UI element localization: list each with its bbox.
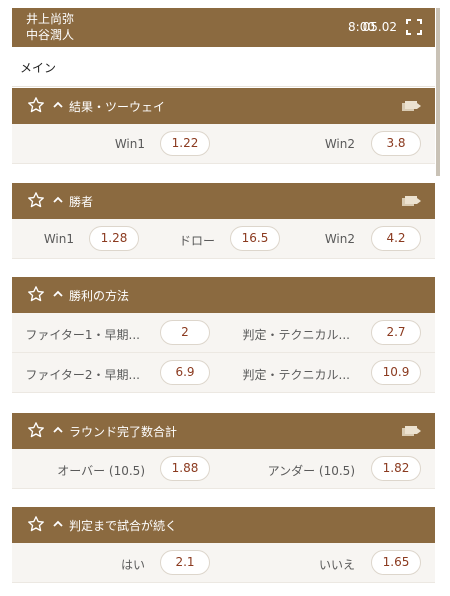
team-names: 井上尚弥 中谷潤人	[26, 11, 74, 43]
outcome-label: アンダー (10.5)	[267, 464, 355, 478]
market-title: 結果・ツーウェイ	[69, 100, 166, 114]
outcome-label: Win1	[43, 232, 74, 246]
market-total-rounds: ラウンド完了数合計 オーバー (10.5) 1.88 アンダー (10.5) 1…	[12, 413, 435, 489]
chevron-up-icon[interactable]	[52, 99, 64, 111]
odds-button[interactable]: 10.9	[371, 360, 421, 385]
odds-button[interactable]: 2.7	[371, 320, 421, 345]
outcome-label: Win2	[324, 137, 355, 151]
chevron-up-icon[interactable]	[52, 424, 64, 436]
market-two-way: 結果・ツーウェイ Win1 1.22 Win2 3.8	[12, 88, 435, 164]
odds-button[interactable]: 1.82	[371, 456, 421, 481]
odds-row: ファイター2・早期... 6.9 判定・テクニカル... 10.9	[12, 353, 435, 393]
odds-button[interactable]: 1.22	[160, 131, 210, 156]
market-method-of-victory: 勝利の方法 ファイター1・早期... 2 判定・テクニカル... 2.7 ファイ…	[12, 277, 435, 393]
outcome-label: はい	[120, 558, 145, 572]
market-header[interactable]: 勝者	[12, 183, 435, 219]
market-header[interactable]: 勝利の方法	[12, 277, 435, 313]
outcome-label: 判定・テクニカル...	[242, 368, 350, 382]
odds-button[interactable]: 2	[160, 320, 210, 345]
star-icon[interactable]	[27, 515, 45, 533]
team-1-name: 井上尚弥	[26, 12, 75, 26]
cards-arrow-icon	[402, 196, 421, 206]
star-icon[interactable]	[27, 96, 45, 114]
market-header[interactable]: ラウンド完了数合計	[12, 413, 435, 449]
cards-arrow-icon	[402, 101, 421, 111]
odds-row: Win1 1.28 ドロー 16.5 Win2 4.2	[12, 219, 435, 259]
cards-arrow-icon	[402, 426, 421, 436]
event-date: 05.02	[362, 20, 397, 34]
event-header: 井上尚弥 中谷潤人 8:00 05.02	[12, 8, 435, 47]
odds-row: オーバー (10.5) 1.88 アンダー (10.5) 1.82	[12, 449, 435, 489]
market-winner: 勝者 Win1 1.28 ドロー 16.5 Win2 4.2	[12, 183, 435, 259]
market-header[interactable]: 結果・ツーウェイ	[12, 88, 435, 124]
outcome-label: Win1	[114, 137, 145, 151]
star-icon[interactable]	[27, 285, 45, 303]
tab-main-label: メイン	[20, 61, 57, 75]
team-2-name: 中谷潤人	[26, 28, 75, 42]
odds-button[interactable]: 1.88	[160, 456, 210, 481]
fullscreen-icon[interactable]	[406, 19, 422, 35]
outcome-label: オーバー (10.5)	[57, 464, 145, 478]
market-goes-to-decision: 判定まで試合が続く はい 2.1 いいえ 1.65	[12, 507, 435, 583]
outcome-label: ファイター1・早期...	[25, 328, 140, 342]
odds-button[interactable]: 6.9	[160, 360, 210, 385]
star-icon[interactable]	[27, 191, 45, 209]
market-title: 勝利の方法	[69, 289, 130, 303]
outcome-label: Win2	[324, 232, 355, 246]
odds-row: ファイター1・早期... 2 判定・テクニカル... 2.7	[12, 313, 435, 353]
outcome-label: ファイター2・早期...	[25, 368, 140, 382]
odds-row: Win1 1.22 Win2 3.8	[12, 124, 435, 164]
chevron-up-icon[interactable]	[52, 288, 64, 300]
tab-main[interactable]: メイン	[12, 47, 435, 87]
outcome-label: ドロー	[178, 234, 215, 248]
odds-row: はい 2.1 いいえ 1.65	[12, 543, 435, 583]
odds-button[interactable]: 3.8	[371, 131, 421, 156]
chevron-up-icon[interactable]	[52, 194, 64, 206]
odds-button[interactable]: 1.65	[371, 550, 421, 575]
market-header[interactable]: 判定まで試合が続く	[12, 507, 435, 543]
market-title: 勝者	[69, 195, 94, 209]
odds-button[interactable]: 1.28	[89, 226, 139, 251]
scrollbar[interactable]	[436, 8, 440, 176]
odds-button[interactable]: 16.5	[230, 226, 280, 251]
odds-button[interactable]: 2.1	[160, 550, 210, 575]
outcome-label: いいえ	[318, 558, 355, 572]
chevron-up-icon[interactable]	[52, 518, 64, 530]
outcome-label: 判定・テクニカル...	[242, 328, 350, 342]
market-title: 判定まで試合が続く	[69, 519, 178, 533]
star-icon[interactable]	[27, 421, 45, 439]
odds-button[interactable]: 4.2	[371, 226, 421, 251]
market-title: ラウンド完了数合計	[69, 425, 178, 439]
